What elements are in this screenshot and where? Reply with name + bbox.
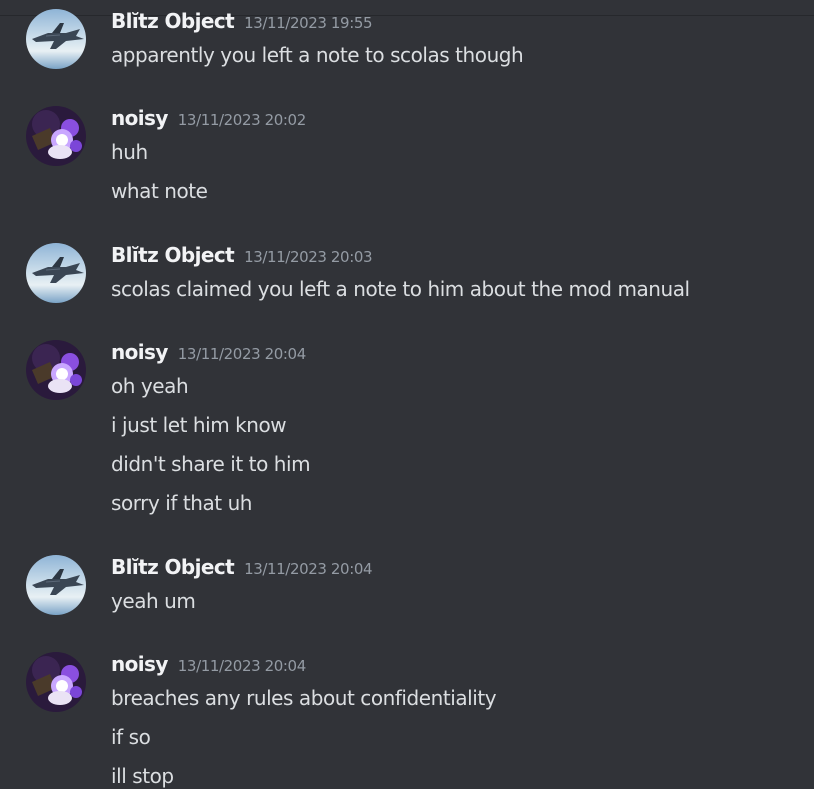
purple-character-icon [26,106,86,166]
message-header: noisy 13/11/2023 20:02 [111,106,306,130]
message-text: i just let him know [111,413,287,437]
fighter-jet-avatar[interactable] [26,243,86,303]
message-header: noisy 13/11/2023 20:04 [111,652,306,676]
message-text: sorry if that uh [111,491,253,515]
message-text: scolas claimed you left a note to him ab… [111,277,690,301]
fighter-jet-icon [26,243,86,303]
timestamp[interactable]: 13/11/2023 20:04 [178,345,306,363]
message-text: ill stop [111,764,174,788]
username[interactable]: noisy [111,340,168,364]
message-text: apparently you left a note to scolas tho… [111,43,524,67]
username[interactable]: noisy [111,106,168,130]
fighter-jet-avatar[interactable] [26,555,86,615]
fighter-jet-icon [26,555,86,615]
message-text: if so [111,725,151,749]
message-text: yeah um [111,589,196,613]
message-header: Blĭtz Object 13/11/2023 19:55 [111,9,373,33]
username[interactable]: Blĭtz Object [111,555,235,579]
purple-character-avatar[interactable] [26,340,86,400]
timestamp[interactable]: 13/11/2023 20:03 [244,248,372,266]
purple-character-avatar[interactable] [26,106,86,166]
message-text: what note [111,179,208,203]
timestamp[interactable]: 13/11/2023 19:55 [244,14,372,32]
purple-character-icon [26,340,86,400]
message-text: didn't share it to him [111,452,311,476]
purple-character-avatar[interactable] [26,652,86,712]
fighter-jet-avatar[interactable] [26,9,86,69]
message-text: oh yeah [111,374,189,398]
message-header: Blĭtz Object 13/11/2023 20:03 [111,243,373,267]
timestamp[interactable]: 13/11/2023 20:04 [244,560,372,578]
username[interactable]: noisy [111,652,168,676]
username[interactable]: Blĭtz Object [111,9,235,33]
timestamp[interactable]: 13/11/2023 20:02 [178,111,306,129]
message-header: noisy 13/11/2023 20:04 [111,340,306,364]
fighter-jet-icon [26,9,86,69]
message-text: huh [111,140,148,164]
timestamp[interactable]: 13/11/2023 20:04 [178,657,306,675]
purple-character-icon [26,652,86,712]
message-header: Blĭtz Object 13/11/2023 20:04 [111,555,373,579]
username[interactable]: Blĭtz Object [111,243,235,267]
message-text: breaches any rules about confidentiality [111,686,497,710]
